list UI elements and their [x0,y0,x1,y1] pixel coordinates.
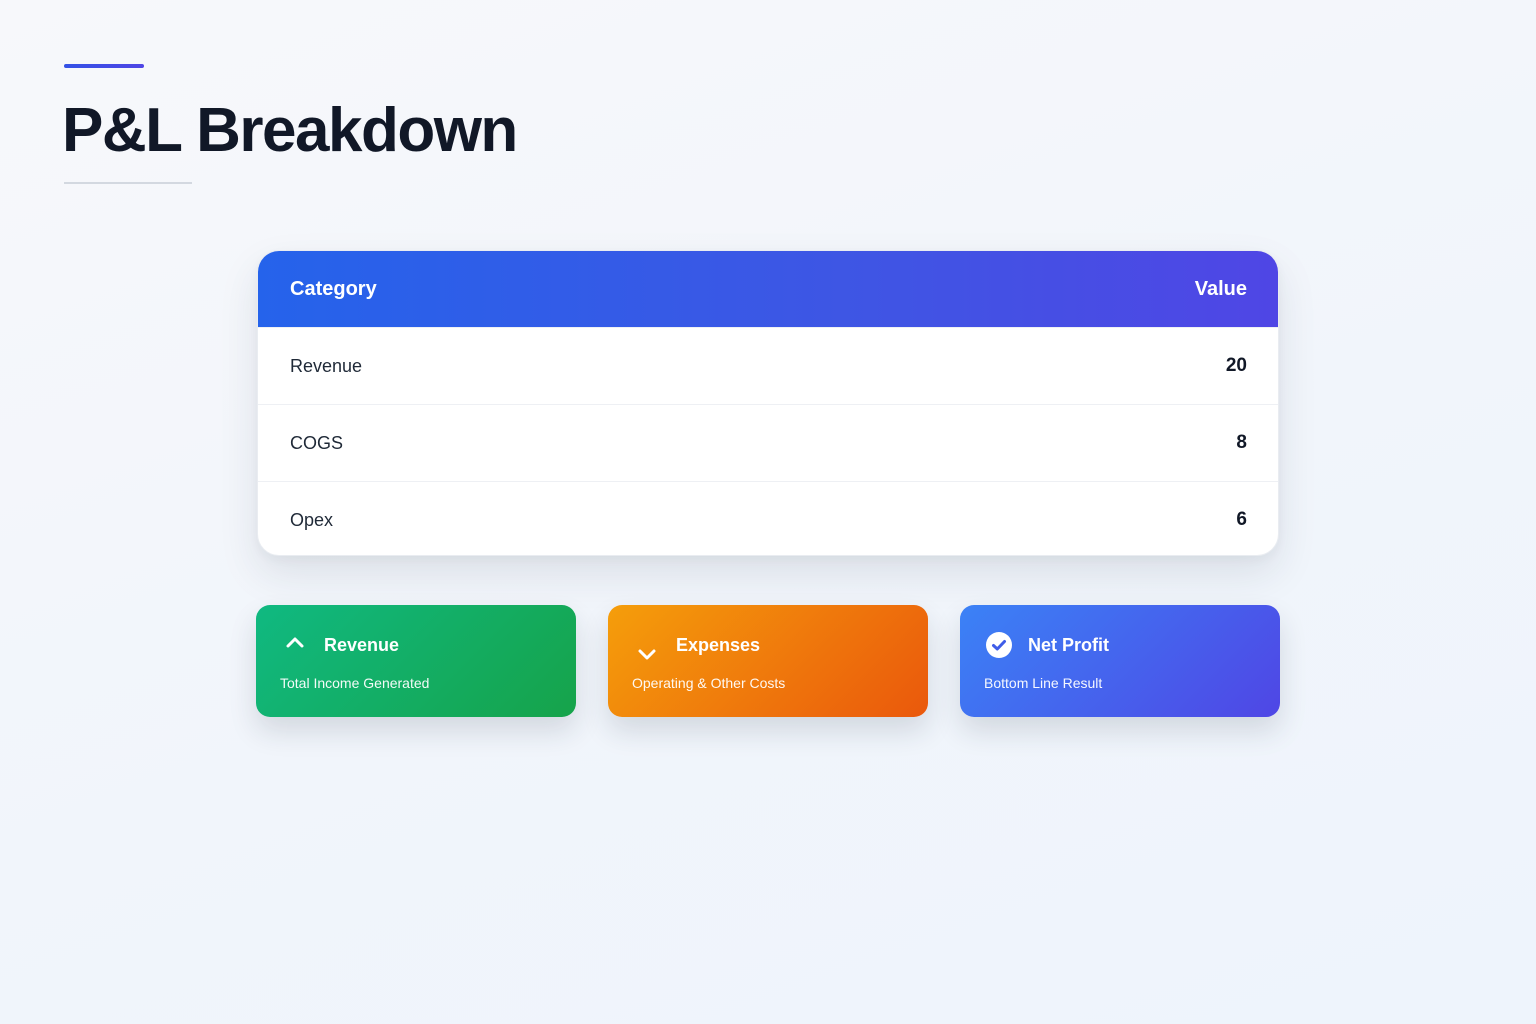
table-row: Opex 6 [258,481,1278,555]
check-circle-icon [986,632,1012,658]
table-row: Revenue 20 [258,327,1278,404]
title-divider [64,182,192,184]
table-row: COGS 8 [258,404,1278,481]
page-title: P&L Breakdown [62,96,518,165]
revenue-card[interactable]: Revenue Total Income Generated [256,605,576,717]
row-value: 8 [1236,432,1247,453]
net-profit-card[interactable]: Net Profit Bottom Line Result [960,605,1280,717]
row-category: Revenue [290,355,363,376]
table-header: Category Value [258,251,1278,327]
row-value: 20 [1225,355,1247,376]
expenses-card-subtitle: Operating & Other Costs [632,675,786,691]
revenue-card-title: Revenue [324,635,400,655]
net-profit-card-title: Net Profit [1028,635,1109,655]
title-accent-bar [64,64,144,68]
expenses-card[interactable]: Expenses Operating & Other Costs [608,605,928,717]
revenue-card-subtitle: Total Income Generated [280,675,430,691]
expenses-card-title: Expenses [676,635,761,655]
row-category: Opex [290,509,334,530]
column-header-value: Value [1194,277,1247,300]
pl-table: Category Value Revenue 20 COGS 8 Opex 6 [257,250,1279,556]
row-value: 6 [1236,509,1247,530]
column-header-category: Category [290,277,377,300]
chevron-down-icon [634,641,660,667]
chevron-up-icon [282,631,308,657]
net-profit-card-subtitle: Bottom Line Result [984,675,1103,691]
row-category: COGS [290,432,344,453]
